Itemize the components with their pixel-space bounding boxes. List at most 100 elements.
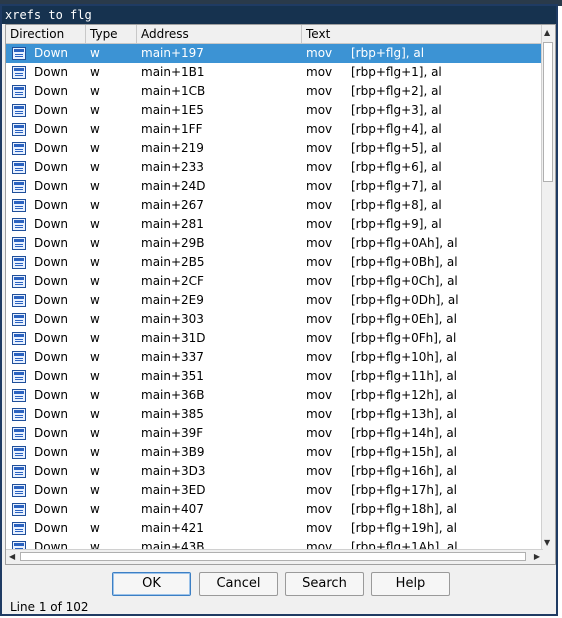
table-row[interactable]: Down w main+1FF mov [rbp+flg+4], al [6,120,543,139]
cell-instruction: mov [306,464,333,478]
cell-direction: Down [34,84,69,98]
table-row[interactable]: Down w main+303 mov [rbp+flg+0Eh], al [6,310,543,329]
horizontal-scroll-thumb[interactable] [20,552,526,561]
scroll-left-icon[interactable]: ◀ [9,552,15,562]
scroll-down-icon[interactable]: ▼ [544,538,550,548]
cell-type: w [90,65,100,79]
search-button[interactable]: Search [285,572,364,596]
vertical-scroll-thumb[interactable] [543,42,553,182]
cell-operand: [rbp+flg+10h], al [351,350,458,364]
table-row[interactable]: Down w main+351 mov [rbp+flg+11h], al [6,367,543,386]
xref-write-icon [12,351,26,364]
table-row[interactable]: Down w main+197 mov [rbp+flg], al [6,44,543,63]
table-row[interactable]: Down w main+267 mov [rbp+flg+8], al [6,196,543,215]
ok-button[interactable]: OK [112,572,191,596]
cell-address: main+219 [141,141,204,155]
xrefs-dialog: xrefs to flg Direction Type Address Text… [0,4,558,616]
xref-write-icon [12,104,26,117]
cell-operand: [rbp+flg+17h], al [351,483,458,497]
table-row[interactable]: Down w main+233 mov [rbp+flg+6], al [6,158,543,177]
cell-address: main+2E9 [141,293,204,307]
cell-instruction: mov [306,65,333,79]
cell-direction: Down [34,198,69,212]
cell-address: main+267 [141,198,204,212]
scroll-right-icon[interactable]: ▶ [534,552,540,562]
cell-type: w [90,350,100,364]
xref-write-icon [12,47,26,60]
cell-operand: [rbp+flg+15h], al [351,445,458,459]
cell-type: w [90,369,100,383]
cell-direction: Down [34,426,69,440]
xref-write-icon [12,142,26,155]
xref-write-icon [12,123,26,136]
table-row[interactable]: Down w main+24D mov [rbp+flg+7], al [6,177,543,196]
cell-type: w [90,141,100,155]
cell-direction: Down [34,350,69,364]
table-row[interactable]: Down w main+385 mov [rbp+flg+13h], al [6,405,543,424]
xref-write-icon [12,313,26,326]
cell-address: main+3B9 [141,445,205,459]
xref-write-icon [12,465,26,478]
cell-instruction: mov [306,236,333,250]
cell-address: main+303 [141,312,204,326]
table-row[interactable]: Down w main+2CF mov [rbp+flg+0Ch], al [6,272,543,291]
cell-address: main+39F [141,426,204,440]
table-row[interactable]: Down w main+219 mov [rbp+flg+5], al [6,139,543,158]
column-header-type[interactable]: Type [86,25,137,43]
help-button[interactable]: Help [371,572,450,596]
cell-direction: Down [34,388,69,402]
cell-address: main+36B [141,388,205,402]
cell-direction: Down [34,407,69,421]
cell-operand: [rbp+flg+3], al [351,103,442,117]
cell-instruction: mov [306,426,333,440]
cell-operand: [rbp+flg+7], al [351,179,442,193]
table-row[interactable]: Down w main+407 mov [rbp+flg+18h], al [6,500,543,519]
table-row[interactable]: Down w main+36B mov [rbp+flg+12h], al [6,386,543,405]
scroll-up-icon[interactable]: ▲ [544,28,550,38]
cell-operand: [rbp+flg+11h], al [351,369,458,383]
xref-write-icon [12,389,26,402]
cell-operand: [rbp+flg+16h], al [351,464,458,478]
cancel-button[interactable]: Cancel [199,572,278,596]
table-row[interactable]: Down w main+421 mov [rbp+flg+19h], al [6,519,543,538]
cell-address: main+1CB [141,84,206,98]
table-row[interactable]: Down w main+1E5 mov [rbp+flg+3], al [6,101,543,120]
table-row[interactable]: Down w main+29B mov [rbp+flg+0Ah], al [6,234,543,253]
cell-address: main+337 [141,350,204,364]
cell-direction: Down [34,312,69,326]
xref-write-icon [12,408,26,421]
column-header-direction[interactable]: Direction [6,25,86,43]
cell-instruction: mov [306,46,333,60]
cell-operand: [rbp+flg+2], al [351,84,442,98]
cell-direction: Down [34,331,69,345]
table-row[interactable]: Down w main+281 mov [rbp+flg+9], al [6,215,543,234]
table-row[interactable]: Down w main+1B1 mov [rbp+flg+1], al [6,63,543,82]
table-row[interactable]: Down w main+39F mov [rbp+flg+14h], al [6,424,543,443]
column-header-address[interactable]: Address [137,25,302,43]
cell-instruction: mov [306,369,333,383]
table-row[interactable]: Down w main+337 mov [rbp+flg+10h], al [6,348,543,367]
cell-operand: [rbp+flg+13h], al [351,407,458,421]
xref-write-icon [12,161,26,174]
xref-write-icon [12,66,26,79]
cell-instruction: mov [306,502,333,516]
table-row[interactable]: Down w main+3B9 mov [rbp+flg+15h], al [6,443,543,462]
column-header-text[interactable]: Text [302,25,543,43]
cell-type: w [90,236,100,250]
cell-operand: [rbp+flg+0Eh], al [351,312,457,326]
table-row[interactable]: Down w main+2B5 mov [rbp+flg+0Bh], al [6,253,543,272]
table-row[interactable]: Down w main+1CB mov [rbp+flg+2], al [6,82,543,101]
table-body: Down w main+197 mov [rbp+flg], al Down w main+1… [6,44,543,551]
cell-operand: [rbp+flg+0Bh], al [351,255,458,269]
table-row[interactable]: Down w main+31D mov [rbp+flg+0Fh], al [6,329,543,348]
table-row[interactable]: Down w main+3ED mov [rbp+flg+17h], al [6,481,543,500]
cell-address: main+2CF [141,274,204,288]
vertical-scrollbar[interactable]: ▲ ▼ [541,25,555,551]
table-row[interactable]: Down w main+2E9 mov [rbp+flg+0Dh], al [6,291,543,310]
table-row[interactable]: Down w main+3D3 mov [rbp+flg+16h], al [6,462,543,481]
cell-operand: [rbp+flg], al [351,46,425,60]
xref-write-icon [12,332,26,345]
cell-type: w [90,84,100,98]
xref-write-icon [12,446,26,459]
horizontal-scrollbar[interactable]: ◀ ▶ [6,549,543,564]
